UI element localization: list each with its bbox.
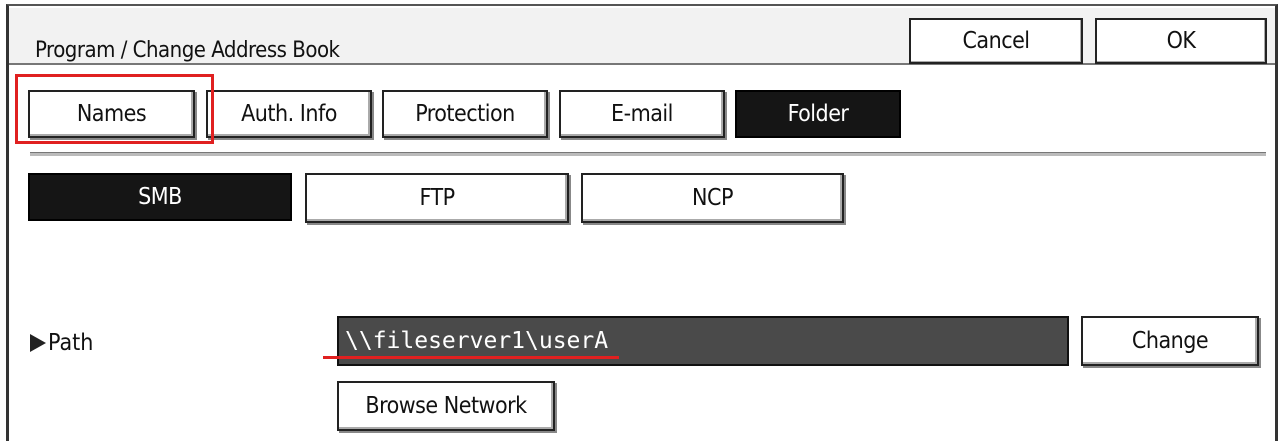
title-bar: Program / Change Address Book bbox=[9, 8, 1275, 65]
tab-folder[interactable]: Folder bbox=[735, 90, 901, 138]
change-button[interactable]: Change bbox=[1081, 316, 1259, 366]
ok-button[interactable]: OK bbox=[1095, 18, 1267, 64]
protocol-smb-button[interactable]: SMB bbox=[28, 173, 292, 221]
path-label-text: Path bbox=[48, 330, 94, 356]
browse-network-button[interactable]: Browse Network bbox=[337, 381, 555, 431]
tab-protection[interactable]: Protection bbox=[382, 90, 548, 138]
triangle-right-icon bbox=[30, 334, 46, 352]
underline-annotation bbox=[323, 356, 619, 359]
tab-auth-info[interactable]: Auth. Info bbox=[206, 90, 372, 138]
protocol-ncp-button[interactable]: NCP bbox=[581, 173, 844, 223]
protocol-ftp-button[interactable]: FTP bbox=[305, 173, 569, 223]
highlight-box-annotation bbox=[15, 74, 214, 144]
section-divider bbox=[30, 152, 1266, 156]
cancel-button[interactable]: Cancel bbox=[909, 18, 1083, 64]
page-title: Program / Change Address Book bbox=[35, 38, 340, 63]
tab-email[interactable]: E-mail bbox=[559, 90, 725, 138]
path-label: Path bbox=[30, 330, 93, 356]
